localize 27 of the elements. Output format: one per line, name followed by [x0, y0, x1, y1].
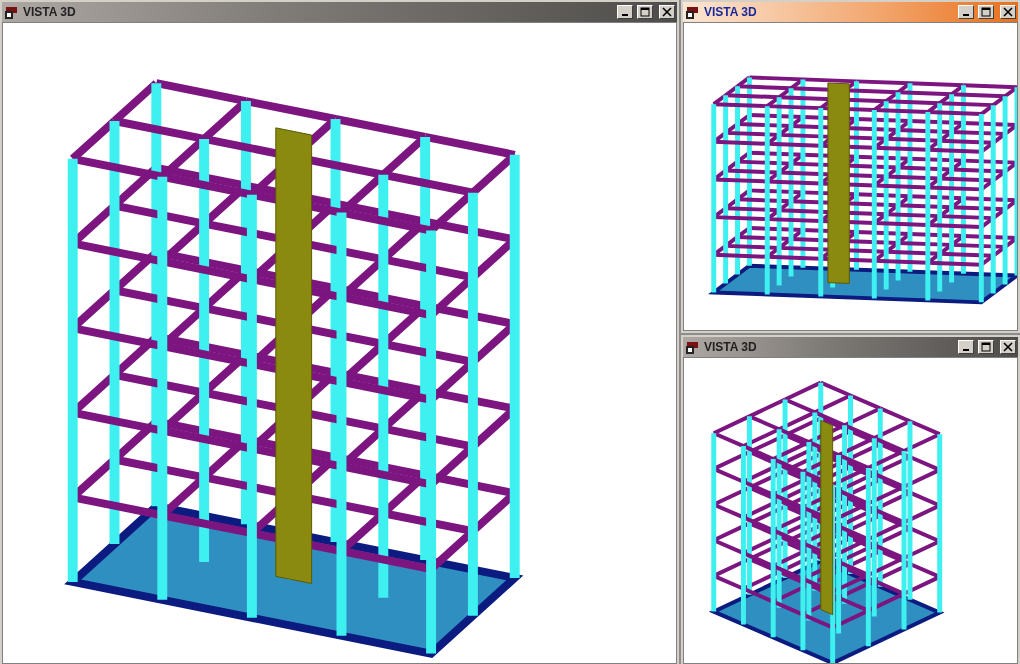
- close-icon: [1003, 7, 1013, 17]
- close-button[interactable]: [1000, 340, 1016, 354]
- app-icon: [686, 5, 700, 19]
- minimize-button[interactable]: [617, 5, 633, 19]
- maximize-icon: [640, 7, 650, 17]
- app-icon: [5, 5, 19, 19]
- window-title: VISTA 3D: [23, 5, 76, 19]
- window-title: VISTA 3D: [704, 5, 757, 19]
- maximize-icon: [981, 342, 991, 352]
- maximize-button[interactable]: [637, 5, 653, 19]
- app-icon: [686, 340, 700, 354]
- maximize-icon: [981, 7, 991, 17]
- title-bar[interactable]: VISTA 3D: [2, 2, 677, 22]
- close-button[interactable]: [659, 5, 675, 19]
- close-icon: [662, 7, 672, 17]
- title-bar[interactable]: VISTA 3D: [683, 2, 1018, 22]
- title-bar[interactable]: VISTA 3D: [683, 337, 1018, 357]
- maximize-button[interactable]: [978, 340, 994, 354]
- minimize-icon: [622, 14, 628, 16]
- minimize-icon: [963, 14, 969, 16]
- close-icon: [1003, 342, 1013, 352]
- close-button[interactable]: [1000, 5, 1016, 19]
- minimize-button[interactable]: [958, 340, 974, 354]
- maximize-button[interactable]: [978, 5, 994, 19]
- window-title: VISTA 3D: [704, 340, 757, 354]
- minimize-button[interactable]: [958, 5, 974, 19]
- minimize-icon: [963, 349, 969, 351]
